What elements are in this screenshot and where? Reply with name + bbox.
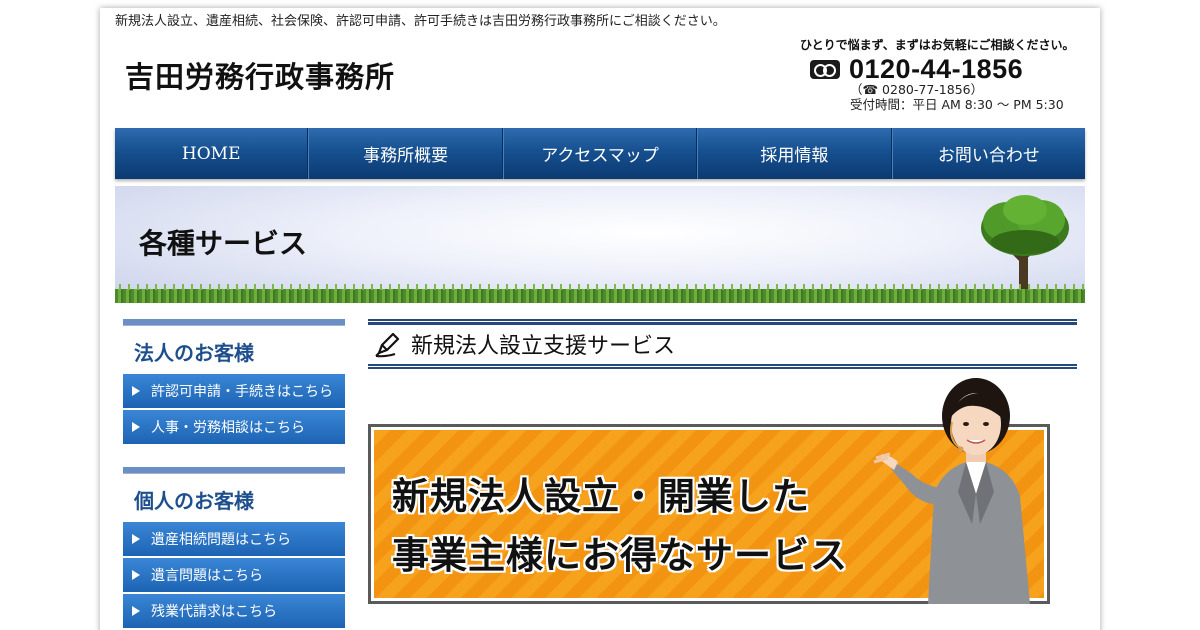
arrow-right-icon (132, 386, 140, 396)
sidebar-group-individual: 個人のお客様 遺産相続問題はこちら 遺言問題はこちら 残業代請求はこちら (123, 467, 345, 628)
header-tagline: 新規法人設立、遺産相続、社会保険、許認可申請、許可手続きは吉田労務行政事務所にご… (115, 14, 726, 29)
nav-item-contact[interactable]: お問い合わせ (891, 128, 1085, 179)
site-logo[interactable]: 吉田労務行政事務所 (125, 54, 395, 96)
sidebar-link-label: 許認可申請・手続きはこちら (151, 384, 333, 400)
arrow-right-icon (132, 422, 140, 432)
arrow-right-icon (132, 570, 140, 580)
sidebar-link-overtime[interactable]: 残業代請求はこちら (123, 594, 345, 628)
sidebar-link-will[interactable]: 遺言問題はこちら (123, 558, 345, 592)
hero-banner: 各種サービス (115, 186, 1085, 303)
banner-line-1: 新規法人設立・開業した (392, 475, 810, 518)
phone-row[interactable]: 0120-44-1856 (810, 56, 1090, 83)
contact-lead: ひとりで悩まず、まずはお気軽にご相談ください。 (800, 38, 1075, 52)
businesswoman-image (873, 378, 1030, 604)
sidebar-link-label: 遺言問題はこちら (151, 568, 263, 584)
nav-item-recruit[interactable]: 採用情報 (697, 128, 892, 179)
sidebar-link-hr[interactable]: 人事・労務相談はこちら (123, 410, 345, 444)
grass-strip (115, 284, 1085, 303)
sidebar-title-individual: 個人のお客様 (134, 489, 254, 513)
global-nav: HOME 事務所概要 アクセスマップ 採用情報 お問い合わせ (115, 128, 1085, 179)
business-hours: 受付時間：平日 AM 8:30 〜 PM 5:30 (850, 97, 1064, 112)
main-content: 新規法人設立支援サービス 新規法人設立・開業した 事業主様にお得なサービス (368, 319, 1077, 604)
arrow-right-icon (132, 606, 140, 616)
sidebar-link-label: 人事・労務相談はこちら (151, 420, 305, 436)
sidebar-link-inheritance[interactable]: 遺産相続問題はこちら (123, 522, 345, 556)
sidebar-link-permits[interactable]: 許認可申請・手続きはこちら (123, 374, 345, 408)
freedial-icon (810, 59, 840, 79)
nav-item-access[interactable]: アクセスマップ (502, 128, 698, 179)
sidebar-divider (123, 319, 345, 326)
sidebar-link-label: 遺産相続問題はこちら (151, 532, 291, 548)
section-heading: 新規法人設立支援サービス (368, 319, 1077, 369)
arrow-right-icon (132, 534, 140, 544)
banner-line-2: 事業主様にお得なサービス (392, 534, 848, 577)
sidebar: 法人のお客様 許認可申請・手続きはこちら 人事・労務相談はこちら 個人のお客様 … (123, 319, 345, 630)
phone-number[interactable]: 0120-44-1856 (849, 56, 1023, 83)
sidebar-title-corporate: 法人のお客様 (134, 341, 254, 365)
sidebar-link-label: 残業代請求はこちら (151, 604, 277, 620)
nav-item-office[interactable]: 事務所概要 (308, 128, 503, 179)
sub-phone: （☎ 0280-77-1856） (850, 82, 984, 97)
hero-title: 各種サービス (139, 227, 308, 260)
contact-box: ひとりで悩まず、まずはお気軽にご相談ください。 0120-44-1856 （☎ … (800, 36, 1090, 112)
section-title: 新規法人設立支援サービス (411, 334, 676, 359)
page-container: 新規法人設立、遺産相続、社会保険、許認可申請、許可手続きは吉田労務行政事務所にご… (100, 8, 1100, 630)
sidebar-divider (123, 467, 345, 474)
pen-icon (375, 332, 400, 358)
nav-item-home[interactable]: HOME (115, 128, 309, 179)
